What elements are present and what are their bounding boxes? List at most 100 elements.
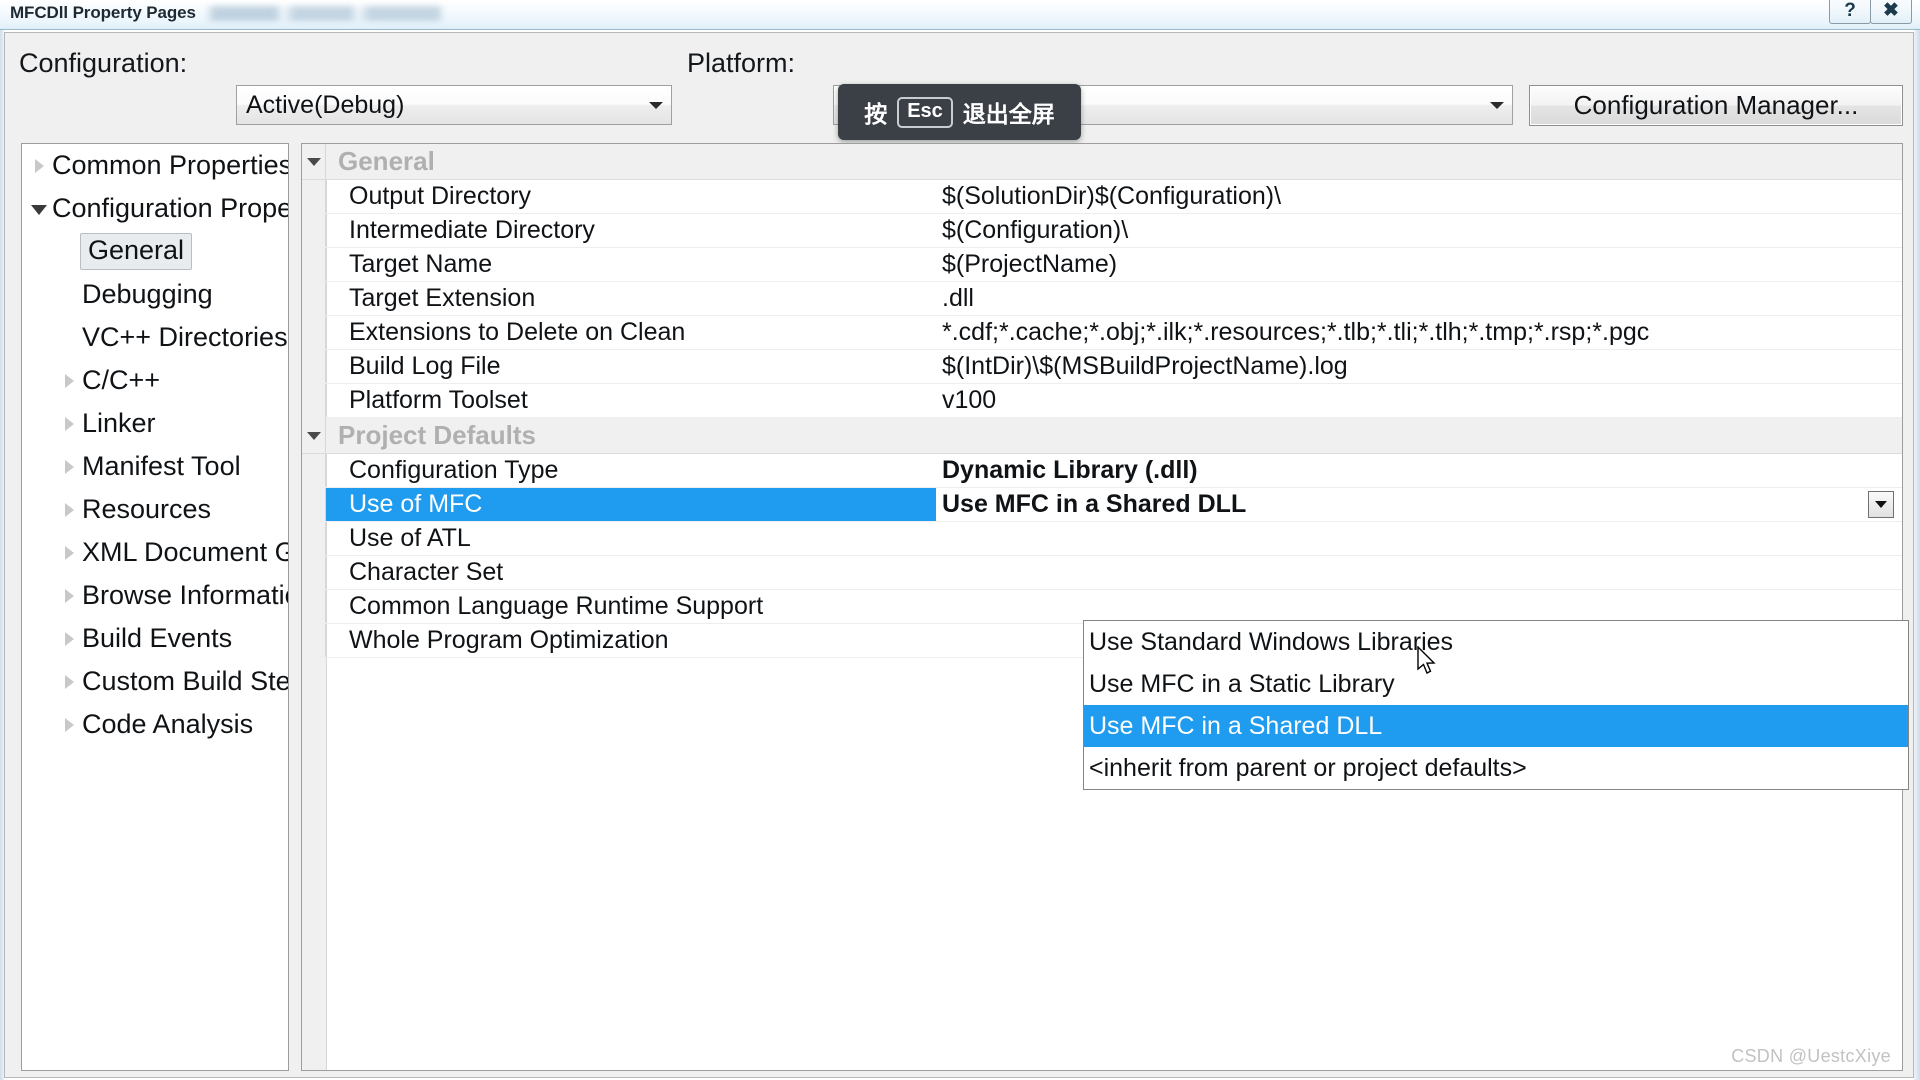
property-row-output-directory[interactable]: Output Directory $(SolutionDir)$(Configur… (302, 180, 1902, 214)
property-row-configuration-type[interactable]: Configuration Type Dynamic Library (.dll) (302, 454, 1902, 488)
tree-item-manifest-tool[interactable]: Manifest Tool (22, 445, 288, 488)
tree-item-label: Resources (82, 494, 212, 524)
property-value[interactable]: $(Configuration)\ (936, 216, 1902, 245)
tree-collapsed-icon[interactable] (58, 589, 80, 603)
tree-collapsed-icon[interactable] (58, 718, 80, 732)
configuration-combo-value: Active(Debug) (246, 90, 405, 119)
title-bar-buttons: ? ✖ (1829, 0, 1912, 24)
tree-item-xml-document-generator[interactable]: XML Document Generator (22, 531, 288, 574)
tree-item-general[interactable]: General (22, 230, 288, 273)
tree-item-common-properties[interactable]: Common Properties (22, 144, 288, 187)
property-row-character-set[interactable]: Character Set (302, 556, 1902, 590)
window-frame-right (1914, 30, 1920, 1080)
category-expanded-icon[interactable] (306, 157, 321, 166)
property-value[interactable]: *.cdf;*.cache;*.obj;*.ilk;*.resources;*.… (936, 318, 1902, 347)
property-row-use-of-atl[interactable]: Use of ATL (302, 522, 1902, 556)
tree-collapsed-icon[interactable] (58, 374, 80, 388)
settings-tree-panel[interactable]: Common Properties Configuration Propertie… (21, 143, 289, 1071)
fullscreen-hint-prefix: 按 (864, 101, 888, 127)
help-button[interactable]: ? (1829, 0, 1871, 24)
property-grid-rows: General Output Directory $(SolutionDir)$(C… (302, 144, 1902, 658)
category-gutter (302, 144, 326, 179)
configuration-manager-button[interactable]: Configuration Manager... (1529, 85, 1903, 126)
dialog-body: Configuration: Active(Debug) Platform: A… (4, 32, 1914, 1078)
tree-item-c-c[interactable]: C/C++ (22, 359, 288, 402)
tree-collapsed-icon[interactable] (58, 675, 80, 689)
property-value[interactable]: $(SolutionDir)$(Configuration)\ (936, 182, 1902, 211)
dropdown-option[interactable]: <inherit from parent or project defaults… (1084, 747, 1908, 789)
property-row-use-of-mfc[interactable]: Use of MFC Use MFC in a Shared DLL (302, 488, 1902, 522)
tree-item-browse-information[interactable]: Browse Information (22, 574, 288, 617)
close-icon: ✖ (1883, 0, 1899, 21)
platform-label: Platform: (687, 48, 796, 78)
dropdown-option[interactable]: Use MFC in a Shared DLL (1084, 705, 1908, 747)
property-name: Character Set (349, 558, 504, 586)
tree-item-code-analysis[interactable]: Code Analysis (22, 703, 288, 746)
tree-collapsed-icon[interactable] (58, 417, 80, 431)
tree-collapsed-icon[interactable] (58, 546, 80, 560)
property-value[interactable]: Use MFC in a Shared DLL (936, 490, 1902, 519)
category-expanded-icon[interactable] (306, 431, 321, 440)
csdn-watermark: CSDN @UestcXiye (1731, 1046, 1891, 1066)
property-value[interactable]: $(ProjectName) (936, 250, 1902, 279)
property-value[interactable]: $(IntDir)\$(MSBuildProjectName).log (936, 352, 1902, 381)
property-row-common-language-runtime-support[interactable]: Common Language Runtime Support (302, 590, 1902, 624)
property-value[interactable]: .dll (936, 284, 1902, 313)
property-row-intermediate-directory[interactable]: Intermediate Directory $(Configuration)\ (302, 214, 1902, 248)
row-gutter (302, 556, 326, 589)
property-name: Common Language Runtime Support (349, 592, 764, 620)
property-name: Output Directory (349, 182, 532, 210)
tree-collapsed-icon[interactable] (58, 460, 80, 474)
configuration-label: Configuration: (19, 48, 188, 78)
dropdown-option[interactable]: Use MFC in a Static Library (1084, 663, 1908, 705)
property-category-project-defaults[interactable]: Project Defaults (302, 418, 1902, 454)
tree-item-vc-directories[interactable]: VC++ Directories (22, 316, 288, 359)
tree-item-linker[interactable]: Linker (22, 402, 288, 445)
property-grid-panel[interactable]: General Output Directory $(SolutionDir)$(C… (301, 143, 1903, 1071)
fullscreen-hint-overlay: 按 Esc 退出全屏 (838, 84, 1081, 140)
property-name: Target Extension (349, 284, 536, 312)
settings-tree: Common Properties Configuration Propertie… (22, 144, 288, 746)
help-icon: ? (1844, 0, 1856, 21)
tree-collapsed-icon[interactable] (58, 503, 80, 517)
tree-item-debugging[interactable]: Debugging (22, 273, 288, 316)
tree-expanded-icon[interactable] (28, 204, 50, 214)
row-gutter (302, 214, 326, 247)
property-name: Platform Toolset (349, 386, 528, 414)
fullscreen-hint-suffix: 退出全屏 (962, 101, 1055, 127)
property-value[interactable]: Dynamic Library (.dll) (936, 456, 1902, 485)
tree-item-build-events[interactable]: Build Events (22, 617, 288, 660)
tree-item-resources[interactable]: Resources (22, 488, 288, 531)
row-gutter (302, 488, 326, 521)
property-value[interactable]: v100 (936, 386, 1902, 415)
configuration-combo[interactable]: Active(Debug) (236, 85, 672, 125)
dropdown-options: Use Standard Windows Libraries Use MFC in… (1084, 621, 1908, 789)
property-row-target-name[interactable]: Target Name $(ProjectName) (302, 248, 1902, 282)
category-label: Project Defaults (338, 420, 536, 450)
row-gutter (302, 350, 326, 383)
chevron-down-icon (1490, 102, 1504, 109)
tree-item-custom-build-step[interactable]: Custom Build Step (22, 660, 288, 703)
row-gutter (302, 522, 326, 555)
property-name: Use of ATL (349, 524, 471, 552)
tree-item-configuration-properties[interactable]: Configuration Properties (22, 187, 288, 230)
tree-item-label: Manifest Tool (82, 451, 241, 481)
dropdown-toggle-button[interactable] (1868, 491, 1894, 518)
property-row-build-log-file[interactable]: Build Log File $(IntDir)\$(MSBuildProject… (302, 350, 1902, 384)
close-button[interactable]: ✖ (1870, 0, 1912, 24)
property-row-platform-toolset[interactable]: Platform Toolset v100 (302, 384, 1902, 418)
dropdown-option[interactable]: Use Standard Windows Libraries (1084, 621, 1908, 663)
row-gutter (302, 384, 326, 417)
property-pages-window: MFCDll Property Pages ? ✖ Configuration:… (0, 0, 1920, 1080)
property-name: Intermediate Directory (349, 216, 595, 244)
fullscreen-hint-key: Esc (897, 96, 953, 128)
property-name: Whole Program Optimization (349, 626, 669, 654)
property-row-target-extension[interactable]: Target Extension .dll (302, 282, 1902, 316)
tree-item-label: XML Document Generator (82, 537, 288, 567)
property-category-general[interactable]: General (302, 144, 1902, 180)
use-of-mfc-dropdown-list[interactable]: Use Standard Windows Libraries Use MFC in… (1083, 620, 1909, 790)
property-row-extensions-to-delete-on-clean[interactable]: Extensions to Delete on Clean *.cdf;*.cac… (302, 316, 1902, 350)
tree-collapsed-icon[interactable] (58, 632, 80, 646)
tree-collapsed-icon[interactable] (28, 159, 50, 173)
row-gutter (302, 316, 326, 349)
